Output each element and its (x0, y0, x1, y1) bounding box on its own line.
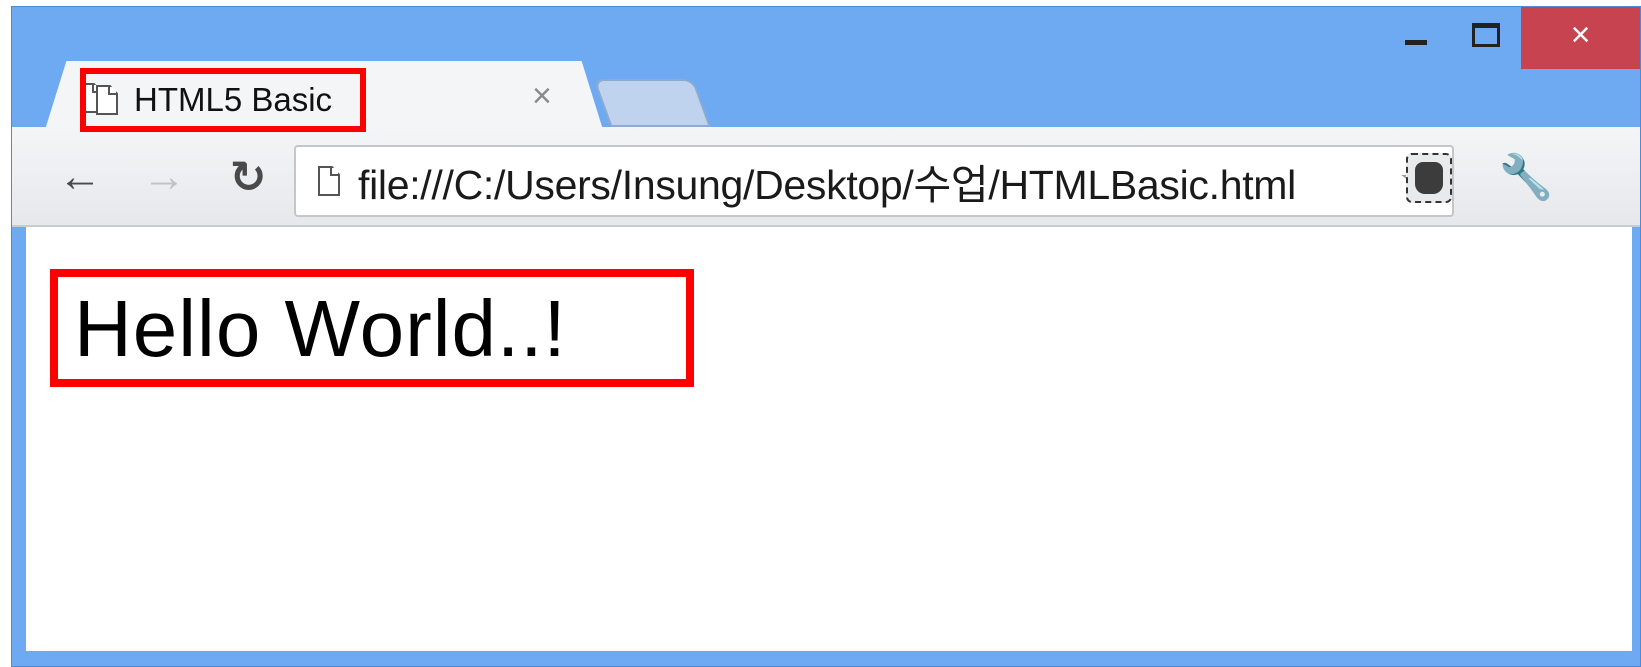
reload-button[interactable]: ↻ (218, 147, 278, 207)
new-tab-button[interactable] (593, 79, 711, 127)
tab-title-highlight: HTML5 Basic (80, 68, 366, 132)
toolbar: ← → ↻ file:///C:/Users/Insung/Desktop/수업… (12, 127, 1640, 227)
maximize-button[interactable] (1451, 7, 1521, 69)
reload-icon: ↻ (229, 152, 267, 202)
wrench-icon: 🔧 (1498, 153, 1554, 202)
tab-title: HTML5 Basic (134, 81, 333, 118)
maximize-icon (1472, 23, 1500, 47)
heading-highlight: Hello World..! (50, 269, 694, 387)
url-text: file:///C:/Users/Insung/Desktop/수업/HTMLB… (358, 162, 1296, 208)
wrench-menu-button[interactable]: 🔧 (1496, 147, 1556, 207)
arrow-right-icon: → (142, 152, 186, 201)
back-button[interactable]: ← (50, 147, 110, 207)
minimize-icon (1405, 39, 1427, 45)
address-bar[interactable]: file:///C:/Users/Insung/Desktop/수업/HTMLB… (294, 145, 1454, 217)
tab-title-row: HTML5 Basic (86, 74, 360, 126)
page-content: Hello World..! (26, 227, 1632, 651)
close-window-button[interactable]: × (1521, 7, 1640, 69)
close-icon: × (1570, 15, 1591, 54)
arrow-left-icon: ← (58, 152, 102, 201)
page-heading: Hello World..! (74, 284, 567, 373)
page-icon (318, 166, 340, 196)
evernote-icon (1415, 162, 1443, 194)
tab-close-icon[interactable]: × (532, 77, 552, 116)
evernote-extension-button[interactable] (1406, 153, 1452, 203)
tab-page-icon (96, 85, 118, 115)
browser-window: × HTML5 Basic × ← → ↻ file:///C:/Users/I… (11, 6, 1641, 667)
minimize-button[interactable] (1381, 7, 1451, 69)
window-controls: × (1381, 7, 1640, 69)
forward-button[interactable]: → (134, 147, 194, 207)
